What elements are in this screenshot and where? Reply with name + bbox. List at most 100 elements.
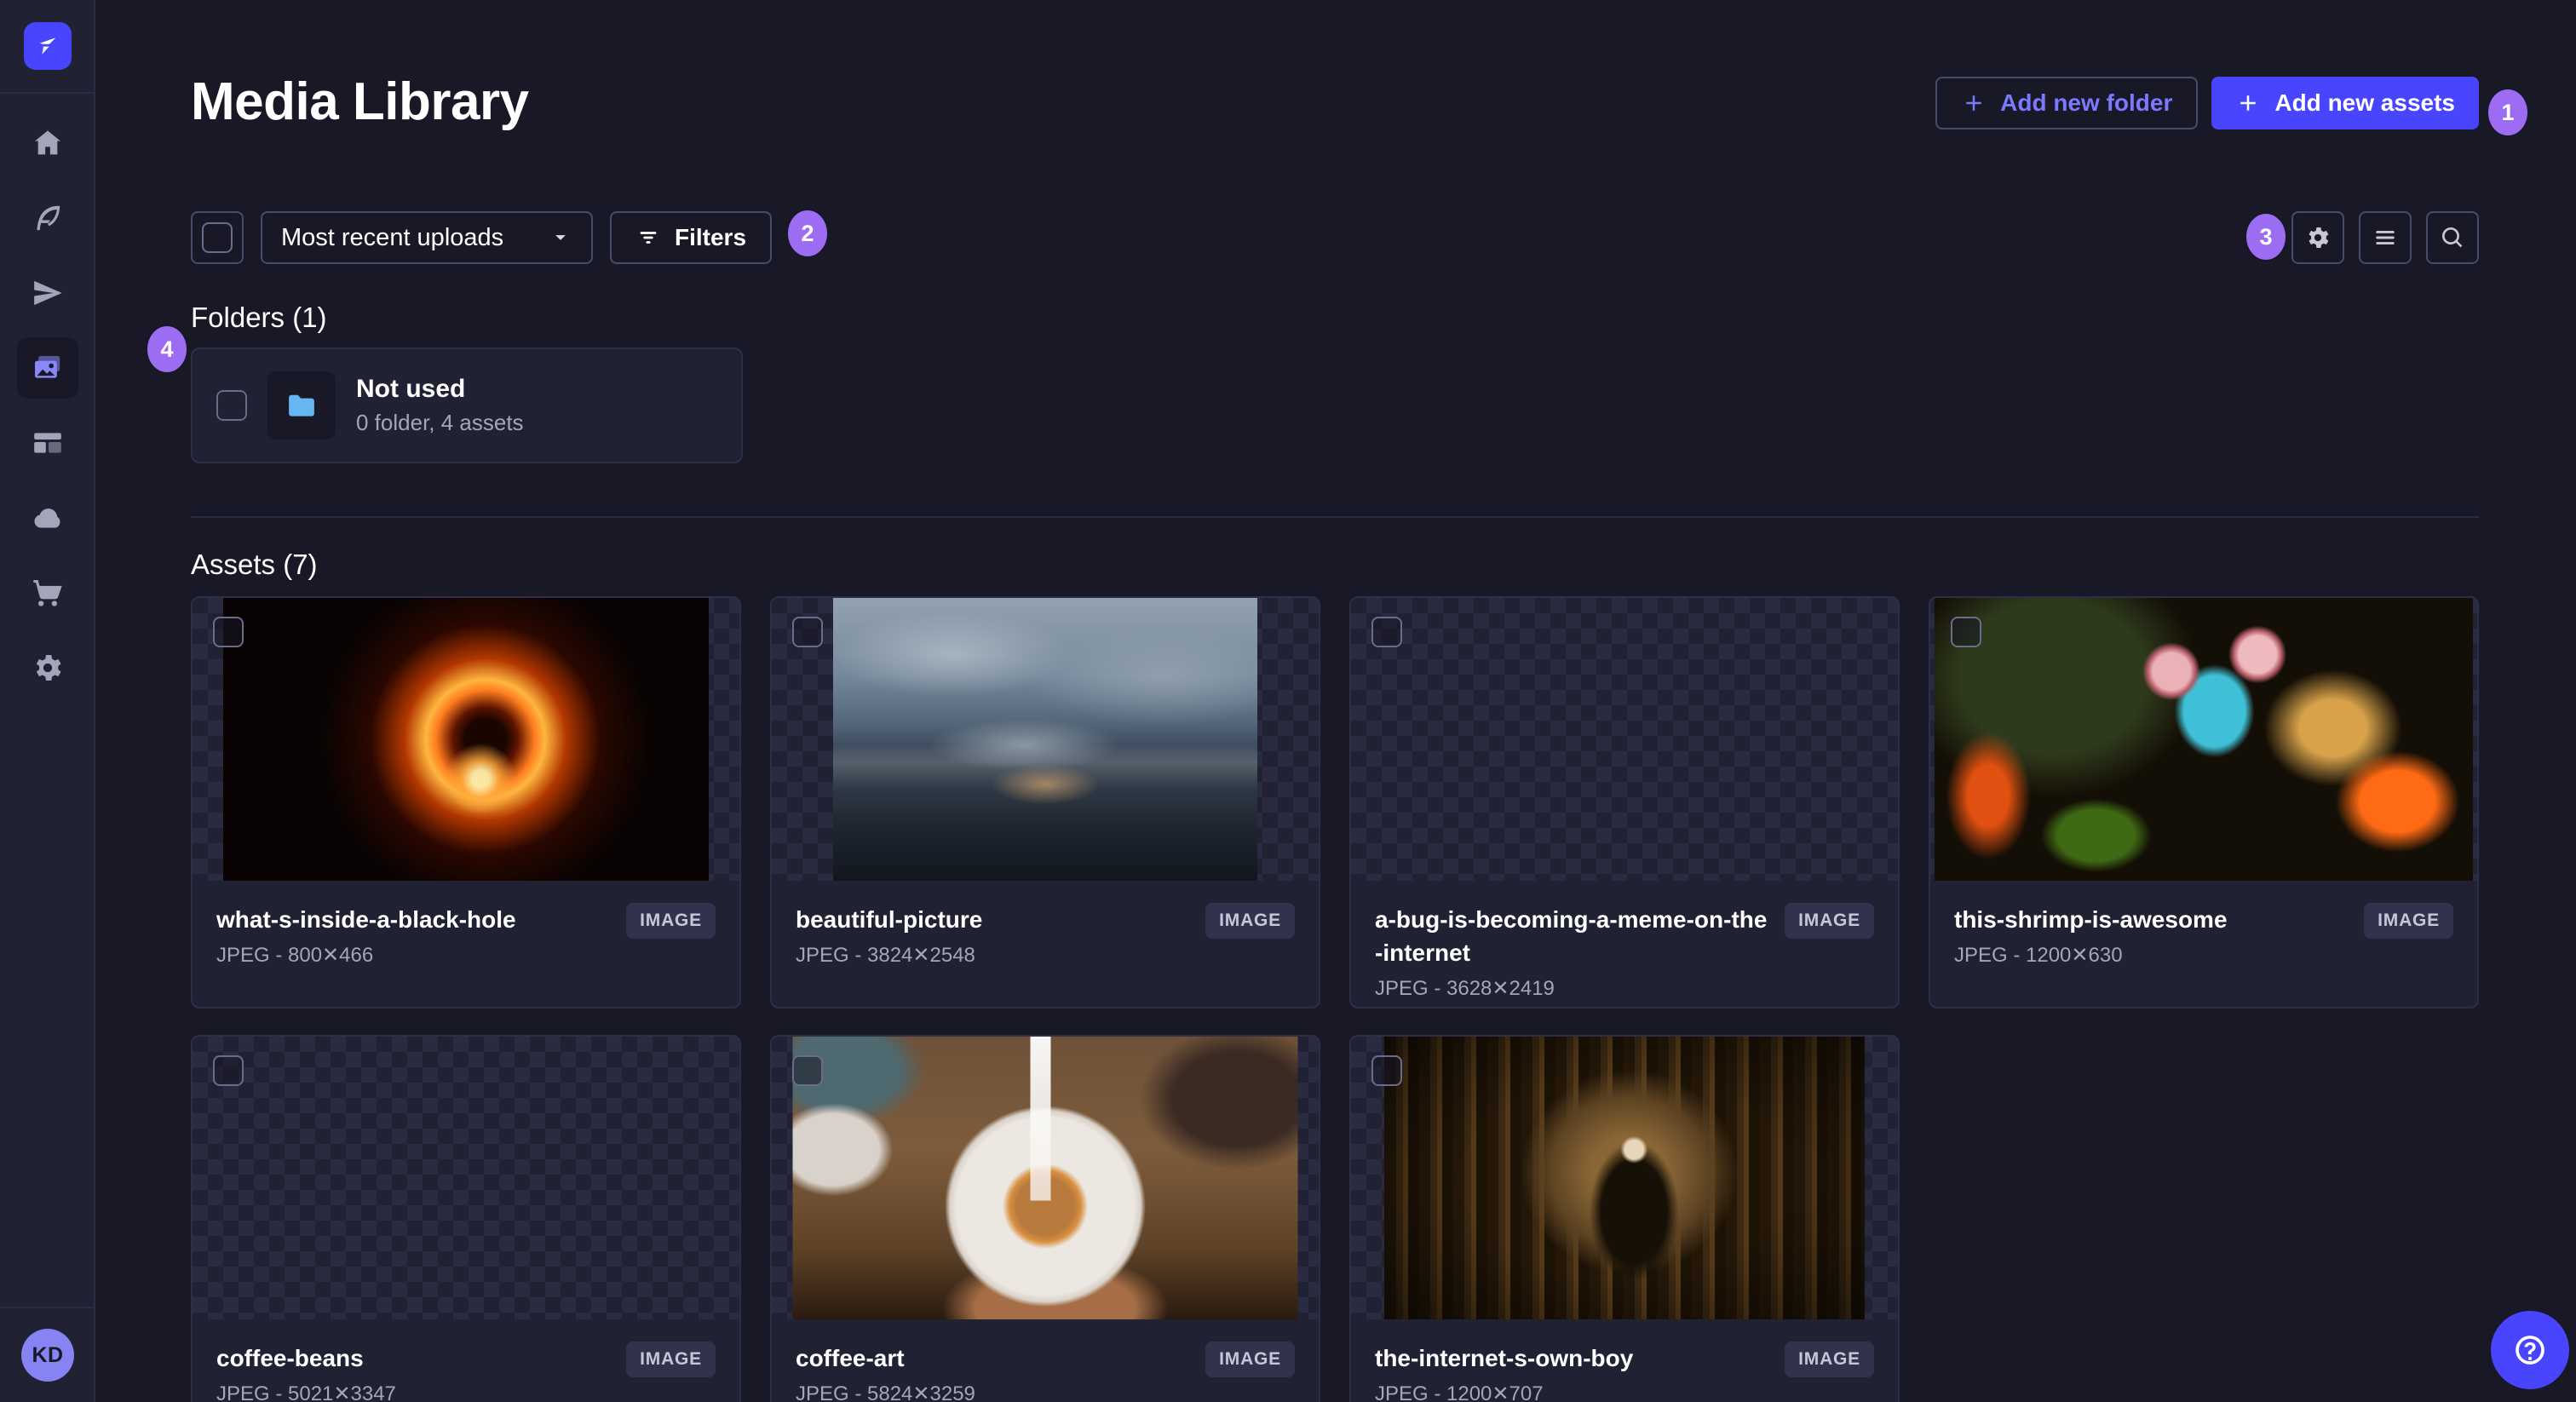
plus-icon: [2235, 90, 2261, 116]
asset-card[interactable]: coffee-beans JPEG - 5021✕3347 IMAGE: [191, 1035, 741, 1402]
strapi-logo-icon: [32, 31, 63, 61]
asset-type-badge: IMAGE: [1785, 903, 1874, 939]
asset-meta: JPEG - 5824✕3259: [796, 1382, 975, 1402]
asset-card[interactable]: coffee-art JPEG - 5824✕3259 IMAGE: [770, 1035, 1320, 1402]
list-view-button[interactable]: [2359, 211, 2412, 264]
media-icon: [31, 351, 65, 385]
asset-image: [833, 598, 1257, 881]
cloud-icon: [31, 501, 65, 535]
asset-title: what-s-inside-a-black-hole: [216, 906, 516, 933]
sidebar-item-media-library[interactable]: [17, 337, 78, 399]
sort-select[interactable]: Most recent uploads: [261, 211, 593, 264]
asset-checkbox[interactable]: [792, 1055, 823, 1086]
asset-card[interactable]: the-internet-s-own-boy JPEG - 1200✕707 I…: [1349, 1035, 1900, 1402]
asset-caption-text: the-internet-s-own-boy JPEG - 1200✕707: [1375, 1342, 1768, 1402]
asset-type-badge: IMAGE: [2364, 903, 2453, 939]
view-controls: [2291, 211, 2479, 264]
tour-badge-1[interactable]: 1: [2488, 89, 2527, 135]
sidebar-divider: [0, 92, 95, 94]
asset-caption-text: what-s-inside-a-black-hole JPEG - 800✕46…: [216, 903, 609, 968]
assets-heading: Assets (7): [191, 549, 318, 580]
asset-caption-text: a-bug-is-becoming-a-meme-on-the-internet…: [1375, 903, 1768, 1001]
search-icon: [2439, 224, 2466, 251]
paper-plane-icon: [31, 276, 65, 310]
asset-meta: JPEG - 3628✕2419: [1375, 977, 1555, 1001]
sidebar-item-home[interactable]: [17, 112, 78, 174]
asset-image: [254, 1037, 678, 1319]
cart-icon: [31, 576, 65, 610]
folder-card[interactable]: Not used 0 folder, 4 assets: [191, 348, 743, 463]
asset-type-badge: IMAGE: [1205, 1342, 1295, 1377]
question-mark-icon: [2511, 1331, 2549, 1369]
asset-caption: the-internet-s-own-boy JPEG - 1200✕707 I…: [1351, 1319, 1898, 1402]
asset-title: beautiful-picture: [796, 906, 983, 933]
settings-button[interactable]: [2291, 211, 2344, 264]
tour-badge-3[interactable]: 3: [2246, 214, 2286, 260]
asset-thumbnail: [772, 1037, 1319, 1319]
page-title: Media Library: [191, 72, 529, 131]
asset-caption: coffee-beans JPEG - 5021✕3347 IMAGE: [193, 1319, 739, 1402]
folder-title: Not used: [356, 375, 466, 403]
filter-icon: [635, 225, 661, 250]
asset-checkbox[interactable]: [1951, 617, 1981, 647]
asset-card[interactable]: this-shrimp-is-awesome JPEG - 1200✕630 I…: [1929, 596, 2479, 1008]
layout-icon: [31, 426, 65, 460]
asset-title: coffee-art: [796, 1345, 905, 1371]
filters-button[interactable]: Filters: [610, 211, 773, 264]
asset-type-badge: IMAGE: [1205, 903, 1295, 939]
asset-caption-text: coffee-beans JPEG - 5021✕3347: [216, 1342, 609, 1402]
help-button[interactable]: [2491, 1311, 2569, 1389]
asset-title: the-internet-s-own-boy: [1375, 1345, 1634, 1371]
tour-badge-2[interactable]: 2: [788, 210, 827, 256]
asset-checkbox[interactable]: [213, 617, 244, 647]
add-new-folder-button[interactable]: Add new folder: [1935, 77, 2199, 129]
asset-checkbox[interactable]: [1371, 617, 1402, 647]
add-new-assets-label: Add new assets: [2274, 89, 2455, 116]
add-new-folder-label: Add new folder: [2000, 89, 2173, 116]
sidebar-item-settings[interactable]: [17, 637, 78, 698]
toolbar: Most recent uploads Filters: [191, 211, 773, 264]
asset-checkbox[interactable]: [792, 617, 823, 647]
asset-caption: coffee-art JPEG - 5824✕3259 IMAGE: [772, 1319, 1319, 1402]
sidebar-item-marketplace[interactable]: [17, 562, 78, 623]
asset-thumbnail: [1351, 598, 1898, 881]
asset-card[interactable]: beautiful-picture JPEG - 3824✕2548 IMAGE: [770, 596, 1320, 1008]
folder-info: Not used 0 folder, 4 assets: [356, 375, 524, 436]
sidebar-item-deploy[interactable]: [17, 487, 78, 549]
list-icon: [2372, 224, 2399, 251]
asset-thumbnail: [1351, 1037, 1898, 1319]
header-actions: Add new folder Add new assets: [1935, 77, 2479, 129]
sidebar-item-content-type-builder[interactable]: [17, 412, 78, 474]
asset-type-badge: IMAGE: [626, 1342, 716, 1377]
user-avatar[interactable]: KD: [21, 1329, 74, 1382]
sidebar-item-releases[interactable]: [17, 262, 78, 324]
sidebar: KD: [0, 0, 95, 1402]
feather-icon: [31, 201, 65, 235]
app-logo[interactable]: [24, 22, 72, 70]
asset-type-badge: IMAGE: [626, 903, 716, 939]
asset-meta: JPEG - 5021✕3347: [216, 1382, 396, 1402]
asset-meta: JPEG - 1200✕630: [1954, 944, 2123, 968]
select-all-button[interactable]: [191, 211, 244, 264]
add-new-assets-button[interactable]: Add new assets: [2211, 77, 2479, 129]
asset-thumbnail: [772, 598, 1319, 881]
asset-caption: a-bug-is-becoming-a-meme-on-the-internet…: [1351, 881, 1898, 1007]
select-all-checkbox[interactable]: [202, 222, 233, 253]
asset-checkbox[interactable]: [213, 1055, 244, 1086]
assets-grid: what-s-inside-a-black-hole JPEG - 800✕46…: [191, 596, 2479, 1402]
tour-badge-4[interactable]: 4: [147, 326, 187, 372]
asset-card[interactable]: what-s-inside-a-black-hole JPEG - 800✕46…: [191, 596, 741, 1008]
asset-checkbox[interactable]: [1371, 1055, 1402, 1086]
media-library-page: KD Media Library Add new folder Add new …: [0, 0, 2576, 1402]
folder-icon: [284, 388, 319, 423]
chevron-down-icon: [549, 226, 572, 250]
plus-icon: [1961, 90, 1987, 116]
sidebar-item-content-manager[interactable]: [17, 187, 78, 249]
asset-thumbnail: [193, 1037, 739, 1319]
search-button[interactable]: [2426, 211, 2479, 264]
asset-title: this-shrimp-is-awesome: [1954, 906, 2228, 933]
home-icon: [31, 126, 65, 160]
asset-type-badge: IMAGE: [1785, 1342, 1874, 1377]
asset-card[interactable]: a-bug-is-becoming-a-meme-on-the-internet…: [1349, 596, 1900, 1008]
folder-checkbox[interactable]: [216, 390, 247, 421]
